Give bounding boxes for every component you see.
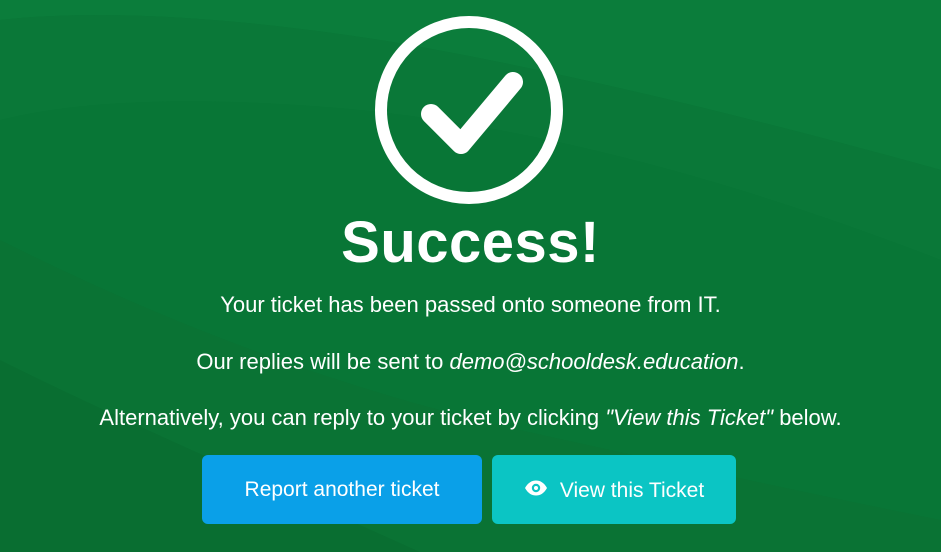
success-panel: Success! Your ticket has been passed ont… bbox=[0, 0, 941, 552]
ticket-passed-message: Your ticket has been passed onto someone… bbox=[220, 292, 721, 317]
reply-email-prefix: Our replies will be sent to bbox=[196, 349, 450, 374]
alternative-reply-prefix: Alternatively, you can reply to your tic… bbox=[99, 405, 606, 430]
view-ticket-label: View this Ticket bbox=[559, 478, 705, 502]
success-title: Success! bbox=[341, 210, 600, 275]
reply-email-message: Our replies will be sent to demo@schoold… bbox=[0, 347, 941, 377]
check-circle-icon bbox=[375, 16, 563, 204]
alternative-reply-message: Alternatively, you can reply to your tic… bbox=[0, 403, 941, 433]
eye-icon bbox=[524, 480, 547, 496]
alternative-reply-suffix: below. bbox=[773, 405, 842, 430]
view-ticket-button[interactable]: View this Ticket bbox=[492, 455, 736, 524]
report-another-ticket-button[interactable]: Report another ticket bbox=[202, 455, 482, 524]
reply-email-address: demo@schooldesk.education bbox=[449, 349, 739, 374]
view-ticket-quote: "View this Ticket" bbox=[605, 405, 774, 430]
reply-email-suffix: . bbox=[738, 349, 745, 374]
